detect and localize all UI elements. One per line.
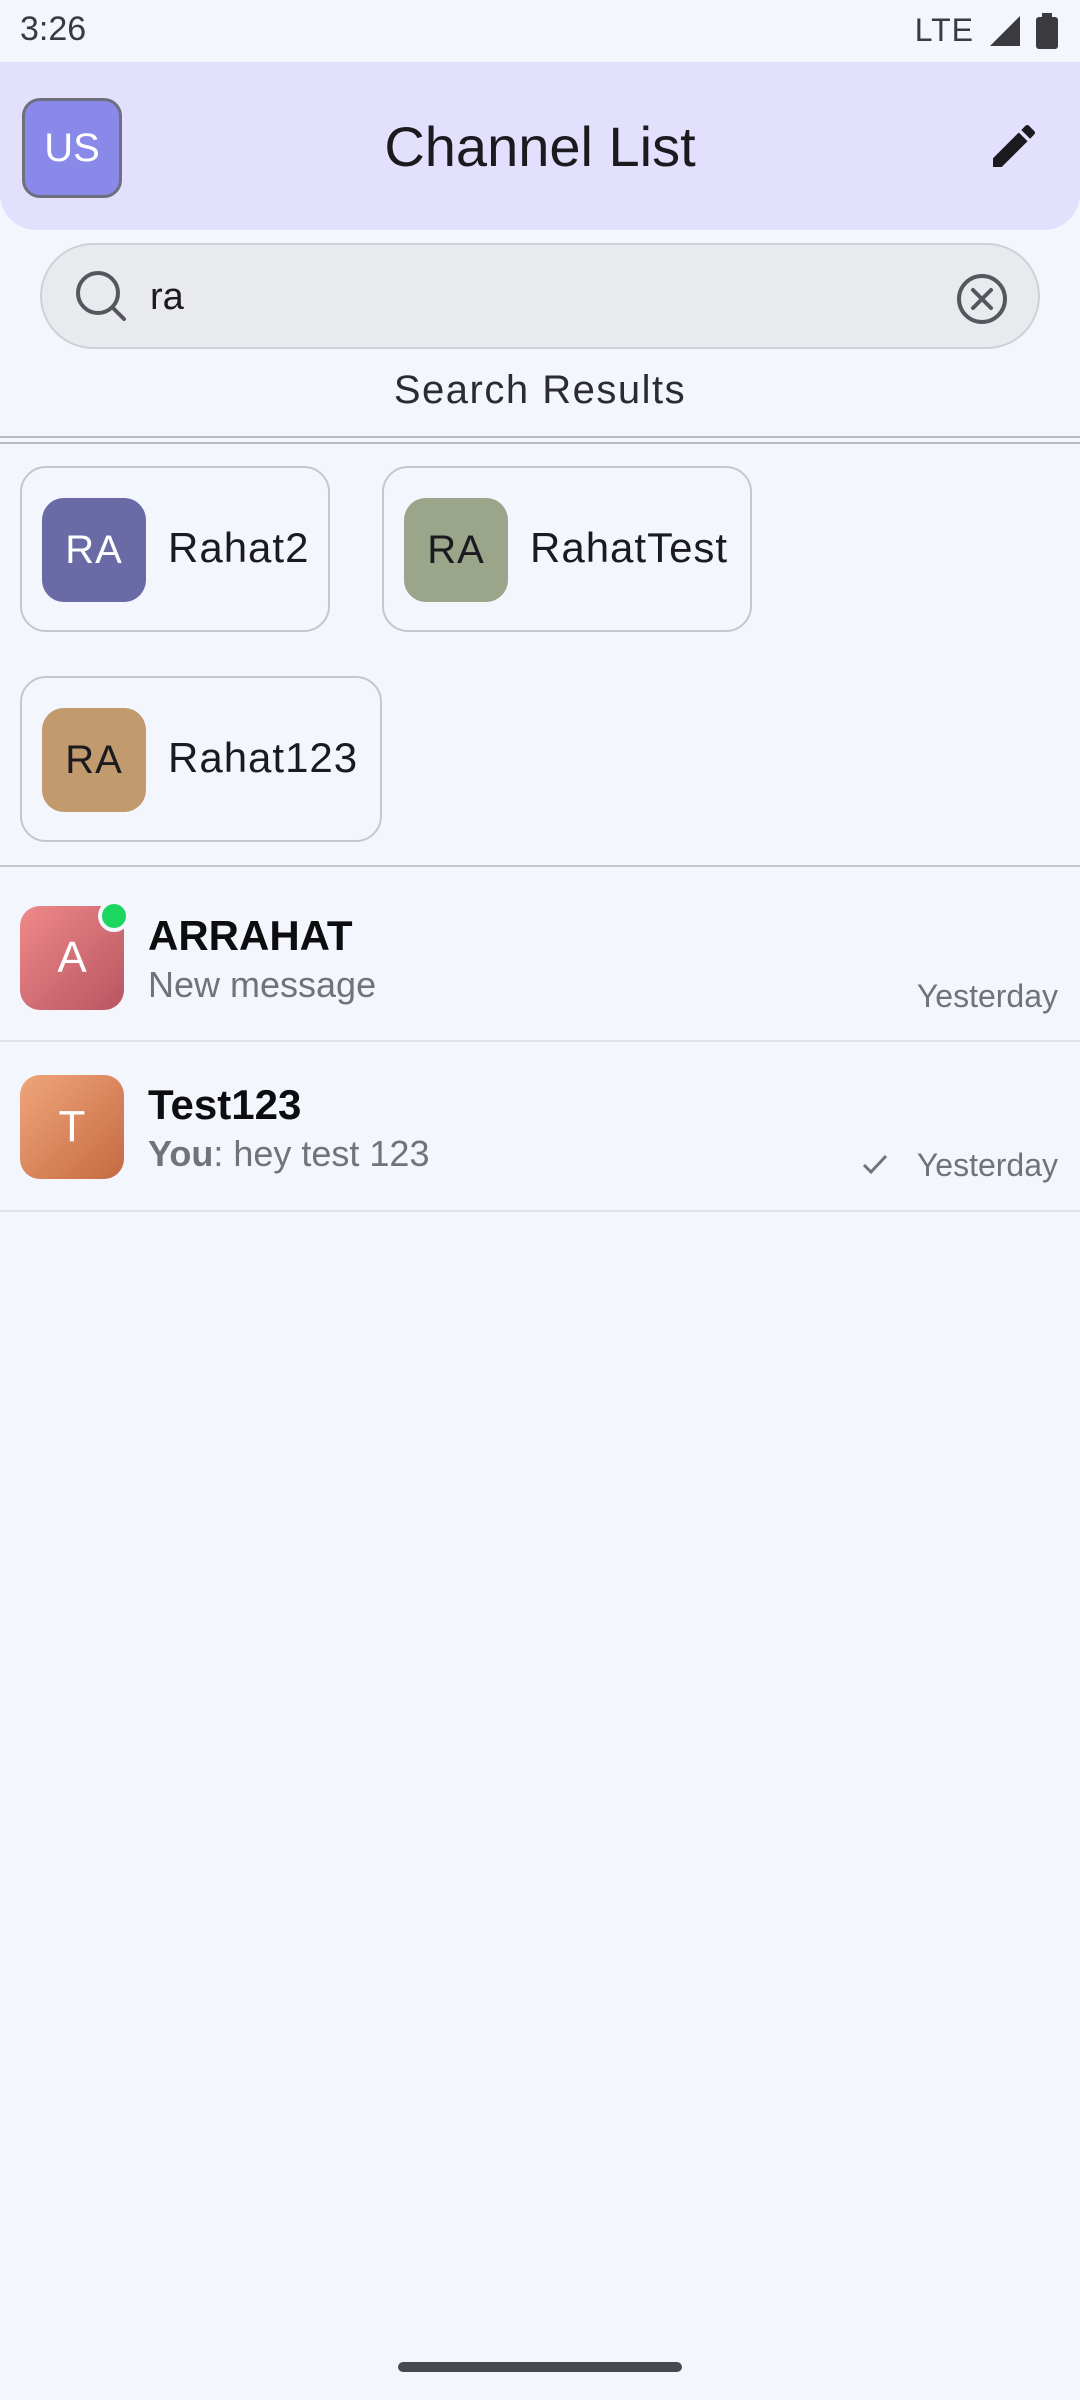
result-name: RahatTest <box>530 524 729 571</box>
results-divider <box>0 436 1080 444</box>
clear-icon[interactable] <box>954 271 1010 327</box>
battery-icon <box>1036 12 1058 49</box>
search-input[interactable] <box>150 269 950 325</box>
preview-text: : hey test 123 <box>213 1133 430 1174</box>
search-result-rahattest[interactable]: RA RahatTest <box>382 466 752 632</box>
search-icon <box>76 271 126 321</box>
online-indicator <box>98 900 130 932</box>
channel-row-arrahat[interactable]: A ARRAHAT New message Yesterday <box>0 872 1080 1040</box>
section-divider <box>0 865 1080 867</box>
status-bar: 3:26 LTE <box>0 0 1080 62</box>
channel-time: Yesterday <box>916 1147 1058 1183</box>
status-icons: LTE <box>915 12 1058 49</box>
search-result-rahat2[interactable]: RA Rahat2 <box>20 466 330 632</box>
channel-avatar-initial: A <box>57 933 87 982</box>
new-channel-button[interactable] <box>978 110 1050 182</box>
status-time: 3:26 <box>20 10 87 48</box>
result-avatar: RA <box>42 708 146 812</box>
channel-preview: You: hey test 123 <box>148 1133 429 1175</box>
preview-text: New message <box>148 964 377 1005</box>
search-result-rahat123[interactable]: RA Rahat123 <box>20 676 382 842</box>
result-name: Rahat123 <box>168 734 359 781</box>
channel-name: ARRAHAT <box>148 912 353 959</box>
channel-avatar-initial: T <box>58 1102 86 1151</box>
channel-time: Yesterday <box>916 978 1058 1014</box>
result-name: Rahat2 <box>168 524 310 571</box>
page-title: Channel List <box>384 115 696 178</box>
result-avatar-initials: RA <box>65 737 123 782</box>
edit-icon <box>993 124 1036 167</box>
app-header: US Channel List <box>0 62 1080 230</box>
preview-sender: You <box>148 1133 214 1174</box>
channel-name: Test123 <box>148 1081 302 1128</box>
result-avatar: RA <box>404 498 508 602</box>
signal-icon <box>990 15 1020 46</box>
channel-avatar: T <box>20 1075 124 1179</box>
search-results-title: Search Results <box>393 368 687 412</box>
channel-preview: New message <box>148 964 376 1006</box>
channel-avatar: A <box>20 900 130 1010</box>
result-avatar-initials: RA <box>427 527 485 572</box>
search-bar <box>40 243 1040 349</box>
check-icon <box>862 1154 888 1175</box>
channel-row-test123[interactable]: T Test123 You: hey test 123 Yesterday <box>0 1041 1080 1209</box>
row-divider <box>0 1210 1080 1212</box>
network-label: LTE <box>914 12 974 48</box>
home-indicator[interactable] <box>398 2362 682 2372</box>
result-avatar: RA <box>42 498 146 602</box>
result-avatar-initials: RA <box>65 527 123 572</box>
